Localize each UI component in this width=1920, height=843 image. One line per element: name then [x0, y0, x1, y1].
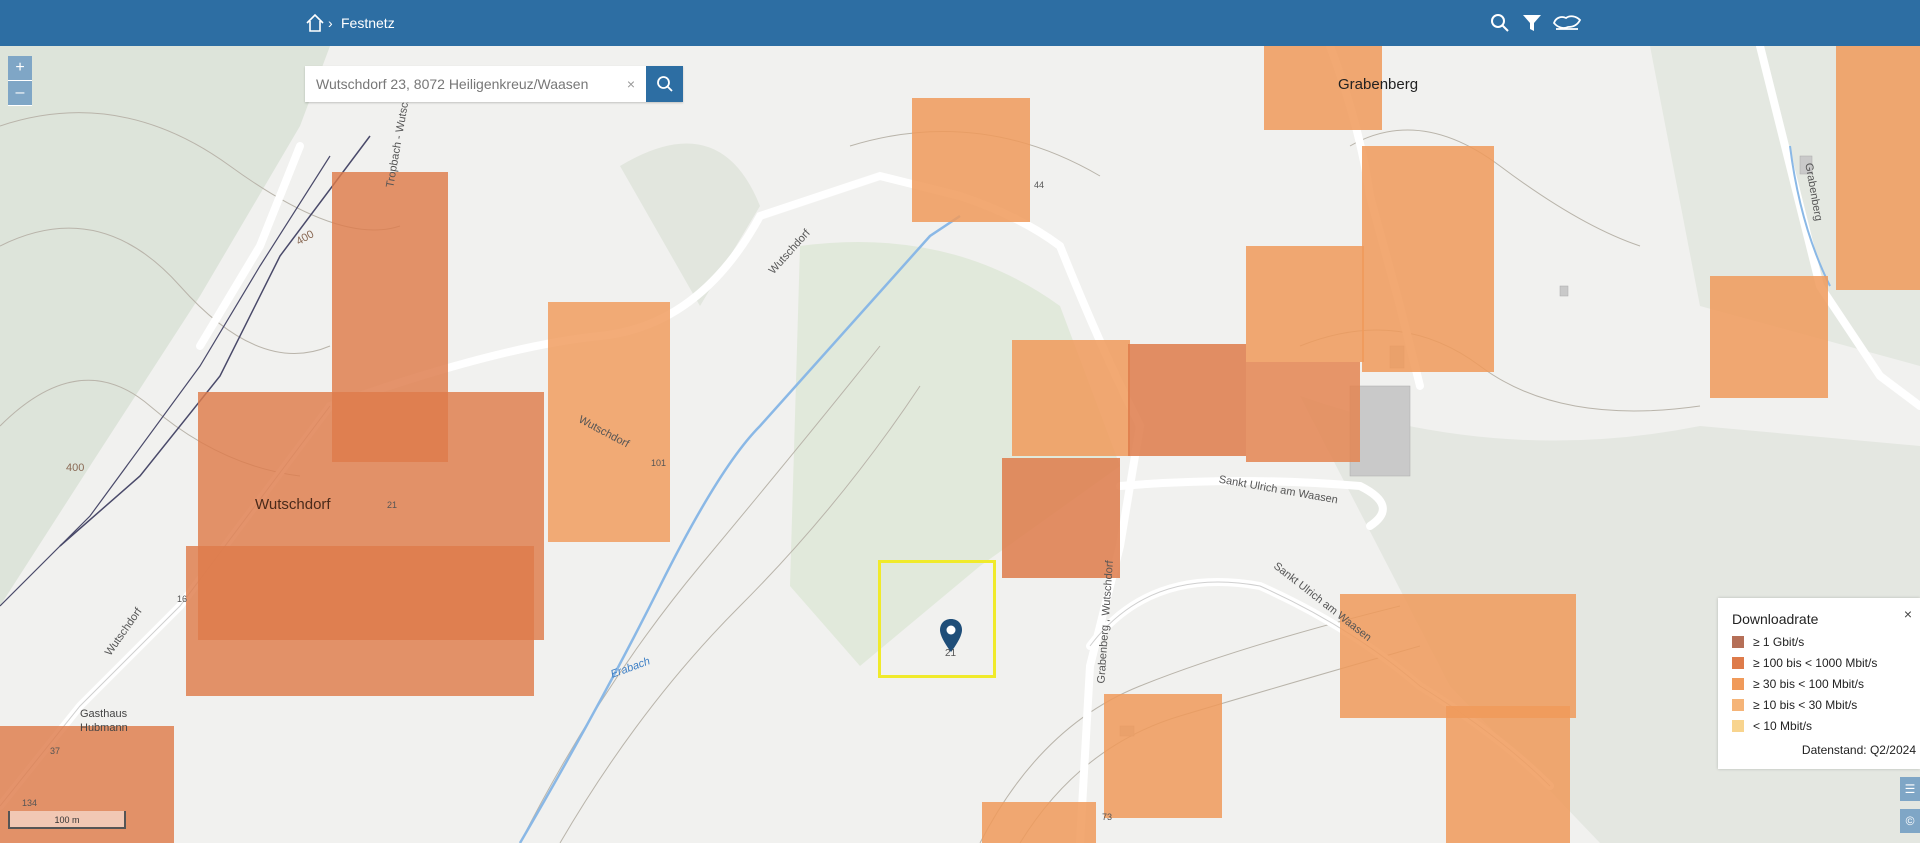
house-number-label: 44 [1034, 180, 1045, 190]
legend-item: ≥ 30 bis < 100 Mbit/s [1732, 675, 1864, 693]
coverage-cell-30-100[interactable] [912, 98, 1030, 222]
coverage-cell-30-100[interactable] [1104, 694, 1222, 818]
address-search-box: × [305, 66, 683, 102]
home-icon[interactable] [305, 13, 325, 33]
place-label-grabenberg: Grabenberg [1338, 76, 1419, 93]
forest-area [620, 143, 760, 306]
place-label-wutschdorf: Wutschdorf [255, 496, 331, 513]
search-submit-button[interactable] [646, 66, 683, 102]
coverage-cell-30-100[interactable] [1340, 594, 1576, 718]
legend-swatch [1732, 720, 1744, 732]
coverage-cell-100-1000[interactable] [1002, 458, 1120, 578]
selected-address-frame[interactable] [878, 560, 996, 678]
house-number-label: 16 [177, 594, 188, 604]
legend-swatch [1732, 657, 1744, 669]
scale-bar: 100 m [8, 811, 126, 829]
coverage-cell-30-100[interactable] [1012, 340, 1130, 456]
house-number-label: 73 [1102, 812, 1113, 822]
legend-item: ≥ 10 bis < 30 Mbit/s [1732, 696, 1857, 714]
house-number-label: 21 [387, 500, 398, 510]
coverage-cell-30-100[interactable] [1710, 276, 1828, 398]
contour-label: 400 [66, 462, 85, 474]
legend-swatch [1732, 636, 1744, 648]
map-canvas[interactable]: 21 Wutschdorf Grabenberg Gasthaus Hubman… [0, 46, 1920, 843]
coverage-cell-100-1000[interactable] [1246, 362, 1360, 462]
styria-map-icon[interactable] [1552, 11, 1582, 35]
coverage-cell-100-1000[interactable] [1128, 344, 1246, 456]
legend-swatch [1732, 678, 1744, 690]
legend-item-label: ≥ 10 bis < 30 Mbit/s [1753, 698, 1858, 712]
coverage-cell-30-100[interactable] [548, 302, 670, 542]
legend-item-label: < 10 Mbit/s [1753, 719, 1813, 733]
coverage-cell-30-100[interactable] [1446, 706, 1570, 843]
search-icon [656, 76, 673, 92]
legend-item: < 10 Mbit/s [1732, 717, 1812, 735]
breadcrumb-current: Festnetz [341, 15, 395, 31]
house-number-label: 101 [651, 458, 667, 468]
legend-swatch [1732, 699, 1744, 711]
clear-search-button[interactable]: × [618, 76, 644, 92]
legend-item-label: ≥ 100 bis < 1000 Mbit/s [1753, 656, 1878, 670]
place-label-hubmann: Hubmann [80, 722, 128, 734]
legend-panel: Downloadrate × ≥ 1 Gbit/s ≥ 100 bis < 10… [1718, 598, 1920, 769]
house-number-label: 134 [22, 798, 38, 808]
data-status: Datenstand: Q2/2024 [1801, 743, 1916, 757]
filter-icon[interactable] [1520, 11, 1544, 35]
legend-item-label: ≥ 1 Gbit/s [1753, 635, 1805, 649]
legend-item-label: ≥ 30 bis < 100 Mbit/s [1753, 677, 1864, 691]
address-search-input[interactable] [314, 75, 618, 93]
place-label-gasthaus: Gasthaus [80, 708, 128, 720]
breadcrumb-separator: › [328, 15, 333, 31]
legend-close-button[interactable]: × [1904, 606, 1912, 622]
coverage-cell-100-1000[interactable] [186, 546, 534, 696]
legend-item: ≥ 100 bis < 1000 Mbit/s [1732, 654, 1877, 672]
legend-item: ≥ 1 Gbit/s [1732, 633, 1804, 651]
layer-list-icon[interactable]: ☰ [1900, 777, 1920, 801]
coverage-cell-30-100[interactable] [1836, 46, 1920, 290]
house-number-label: 21 [945, 648, 957, 659]
zoom-in-button[interactable]: + [8, 56, 32, 81]
zoom-control: + – [8, 56, 32, 106]
coverage-cell-30-100[interactable] [1246, 246, 1364, 362]
top-bar: › Festnetz [0, 0, 1920, 46]
zoom-out-button[interactable]: – [8, 81, 32, 106]
search-icon[interactable] [1488, 11, 1512, 35]
coverage-cell-30-100[interactable] [1362, 146, 1494, 372]
copyright-icon[interactable]: © [1900, 809, 1920, 833]
coverage-cell-30-100[interactable] [982, 802, 1096, 843]
house-number-label: 37 [50, 746, 61, 756]
legend-title: Downloadrate [1732, 611, 1819, 627]
